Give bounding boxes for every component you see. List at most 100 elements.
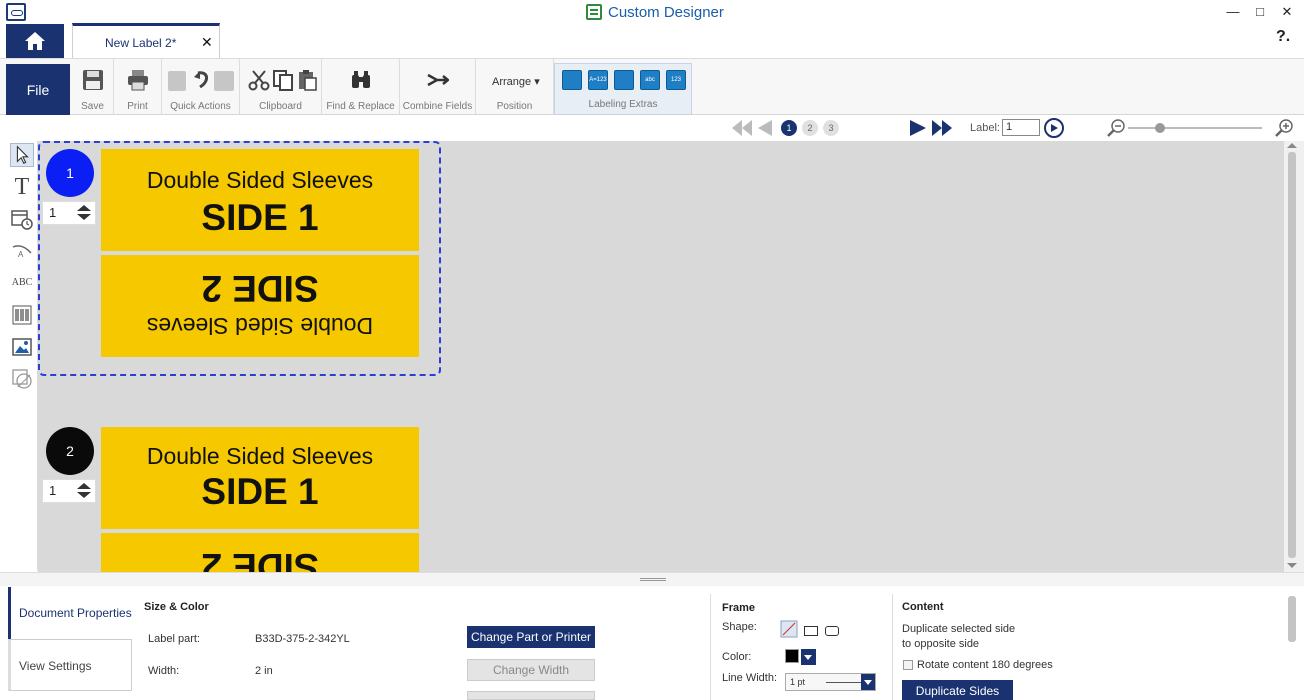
first-page-icon[interactable] — [732, 120, 742, 136]
home-button[interactable] — [6, 24, 64, 58]
copy-icon[interactable] — [272, 69, 294, 91]
side-1-title: SIDE 1 — [201, 471, 319, 512]
zoom-in-icon[interactable] — [1274, 118, 1294, 138]
page-2-button[interactable]: 2 — [802, 120, 818, 136]
text-tool-icon[interactable]: T — [10, 175, 34, 199]
last-page-icon-2[interactable] — [942, 120, 952, 136]
quantity-spinner-icon[interactable] — [75, 482, 93, 500]
arrange-dropdown[interactable]: Arrange ▾ — [492, 75, 540, 88]
database-icon[interactable] — [562, 70, 582, 90]
color-dropdown-icon[interactable] — [801, 649, 816, 665]
app-menu-icon[interactable] — [6, 3, 26, 21]
select-pointer-icon[interactable] — [10, 143, 34, 167]
duplicate-sides-button[interactable]: Duplicate Sides — [902, 680, 1013, 700]
close-tab-icon[interactable]: ✕ — [201, 34, 213, 51]
panel-splitter[interactable] — [0, 572, 1304, 586]
delete-icon[interactable] — [168, 71, 186, 91]
frame-color-swatch[interactable] — [785, 649, 799, 663]
binoculars-icon — [352, 71, 370, 88]
label-navigation: 1 2 3 Label: 1 — [0, 115, 1304, 141]
maximize-button[interactable]: □ — [1249, 3, 1271, 21]
zoom-slider-thumb[interactable] — [1155, 123, 1165, 133]
save-button[interactable]: Save — [72, 59, 114, 116]
scroll-down-icon[interactable] — [1287, 563, 1297, 568]
clear-fields-icon[interactable] — [614, 70, 634, 90]
width-caption: Width: — [148, 665, 180, 677]
save-label: Save — [81, 101, 104, 112]
combine-fields-label: Combine Fields — [402, 101, 473, 112]
print-button[interactable]: Print — [114, 59, 162, 116]
properties-panel: Document Properties View Settings Size &… — [0, 586, 1304, 700]
no-frame-icon[interactable] — [780, 620, 798, 638]
duplicate-description-2: to opposite side — [902, 638, 980, 650]
cut-icon[interactable] — [248, 69, 270, 91]
page-3-button[interactable]: 3 — [823, 120, 839, 136]
close-button[interactable]: ✕ — [1276, 3, 1298, 21]
canvas-scroll-thumb[interactable] — [1288, 152, 1296, 558]
paste-icon[interactable] — [296, 69, 318, 91]
label-part-caption: Label part: — [148, 633, 200, 645]
duplicate-description-1: Duplicate selected side — [902, 623, 1016, 635]
splitter-grip-icon[interactable] — [640, 578, 666, 581]
label-2-quantity[interactable]: 1 — [42, 479, 96, 503]
size-color-heading: Size & Color — [144, 601, 209, 613]
barcode-icon[interactable] — [10, 303, 34, 327]
page-1-button[interactable]: 1 — [781, 120, 797, 136]
svg-text:A: A — [18, 250, 24, 259]
window-title-text: Custom Designer — [608, 3, 724, 21]
line-width-dropdown-icon[interactable] — [861, 674, 875, 690]
label-2-badge: 2 — [46, 427, 94, 475]
frame-heading: Frame — [722, 602, 756, 614]
line-width-select[interactable]: 1 pt — [785, 673, 876, 691]
shape-icon[interactable] — [10, 367, 34, 391]
label-number-input[interactable]: 1 — [1002, 119, 1040, 136]
serialize-icon[interactable]: A=123 — [588, 70, 608, 90]
change-width-button[interactable]: Change Width — [467, 659, 595, 681]
side-2-title: SIDE 2 — [201, 546, 319, 572]
labeling-extras-label: Labeling Extras — [588, 99, 658, 110]
last-page-icon[interactable] — [932, 120, 942, 136]
next-page-icon[interactable] — [910, 120, 926, 136]
tab-document-properties[interactable]: Document Properties — [8, 587, 132, 639]
rectangle-frame-icon[interactable] — [804, 626, 818, 636]
abc-text-icon[interactable]: ABC — [10, 271, 34, 295]
find-replace-label: Find & Replace — [326, 101, 395, 112]
help-button[interactable]: ?. — [1276, 28, 1290, 46]
first-page-icon-2[interactable] — [742, 120, 752, 136]
combine-fields-button[interactable]: Combine Fields — [400, 59, 476, 116]
print-icon — [128, 70, 148, 91]
zoom-out-icon[interactable] — [1106, 118, 1126, 138]
custom-designer-icon — [586, 4, 602, 20]
minimize-button[interactable]: — — [1222, 3, 1244, 21]
rounded-frame-icon[interactable] — [825, 626, 839, 636]
next-hidden-button[interactable] — [467, 691, 595, 700]
zoom-slider[interactable] — [1128, 127, 1262, 129]
undo-icon[interactable] — [192, 69, 214, 91]
redo-icon[interactable] — [214, 71, 234, 91]
ribbon-toolbar: File Save Print Quick Actions Clipboard — [0, 58, 1304, 116]
date-time-icon[interactable] — [10, 207, 34, 231]
go-to-label-icon[interactable] — [1044, 118, 1064, 138]
clipboard-label: Clipboard — [259, 101, 302, 112]
combine-fields-icon — [427, 73, 449, 87]
position-group: Arrange ▾ Position — [476, 59, 554, 116]
file-button[interactable]: File — [6, 64, 70, 115]
curved-text-icon[interactable]: A — [10, 239, 34, 263]
content-heading: Content — [902, 601, 944, 613]
find-replace-button[interactable]: Find & Replace — [322, 59, 400, 116]
text-format-icon[interactable]: abc — [640, 70, 660, 90]
label-number-caption: Label: — [970, 122, 1000, 134]
change-part-button[interactable]: Change Part or Printer — [467, 626, 595, 648]
shape-caption: Shape: — [722, 621, 757, 633]
panel-scroll-thumb[interactable] — [1288, 596, 1296, 642]
numbering-icon[interactable]: 123 — [666, 70, 686, 90]
document-tab[interactable]: New Label 2* ✕ — [72, 23, 220, 58]
scroll-up-icon[interactable] — [1287, 143, 1297, 148]
label-2-side-2[interactable]: SIDE 2 — [101, 533, 419, 572]
tab-view-settings[interactable]: View Settings — [8, 639, 132, 691]
rotate-content-checkbox[interactable] — [903, 660, 913, 670]
image-icon[interactable] — [10, 335, 34, 359]
selection-frame[interactable] — [38, 141, 441, 376]
previous-page-icon[interactable] — [758, 120, 772, 136]
label-2-side-1[interactable]: Double Sided Sleeves SIDE 1 — [101, 427, 419, 529]
